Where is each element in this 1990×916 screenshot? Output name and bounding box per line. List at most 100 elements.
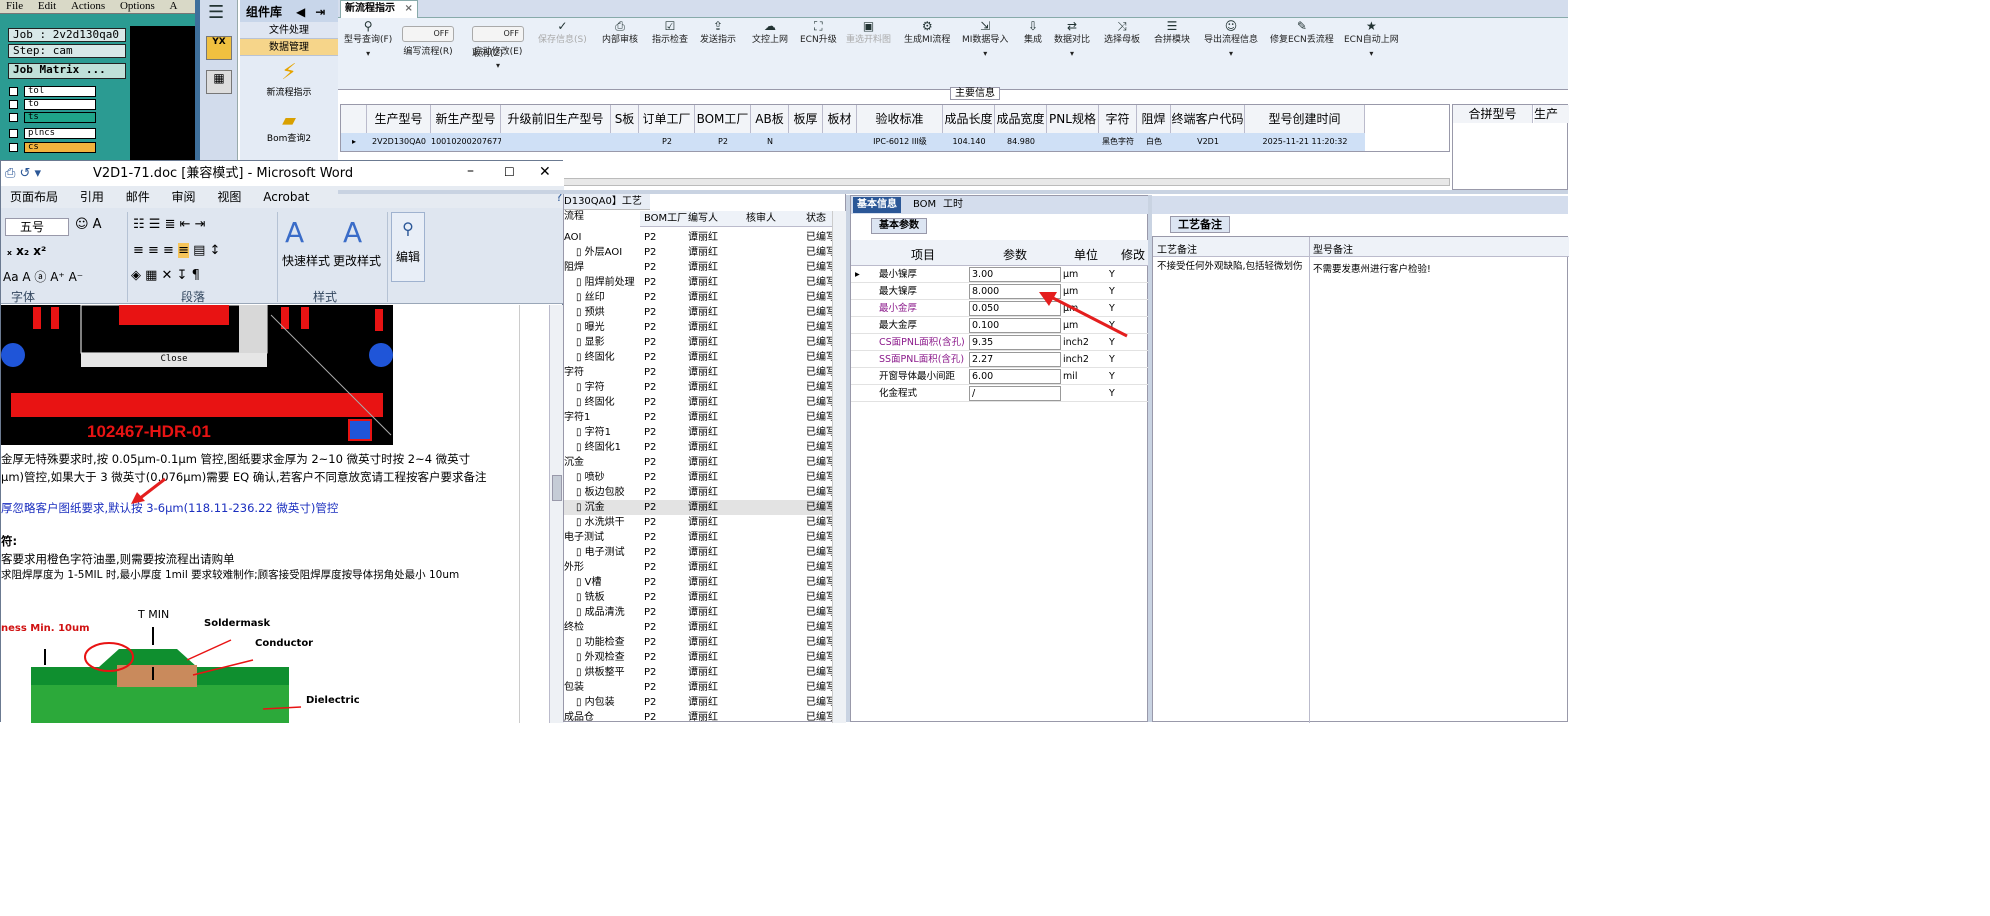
table-row[interactable]: SS面PNL面积(含孔) 2.27 inch2 Y <box>851 351 1149 368</box>
row-indicator-icon[interactable]: ▸ <box>341 133 367 151</box>
col-header[interactable]: 验收标准 <box>857 105 943 133</box>
table-row[interactable]: ▯ 板边包胶 P2 谭丽红 已编写 <box>564 485 847 500</box>
col-header[interactable]: BOM工厂 <box>644 211 687 227</box>
table-cell[interactable]: 10010200207677 <box>431 133 501 151</box>
cam-menu-actions[interactable]: Actions <box>65 0 111 12</box>
ribbon-button-17[interactable]: ☰ 合拼模块 <box>1154 20 1190 47</box>
word-document[interactable]: Close 102467-HDR-01 金厚无特殊要求时,按 0.05μm-0.… <box>1 305 519 723</box>
ribbon-button-1[interactable]: ⚲ 型号查询(F) ▾ <box>344 20 392 60</box>
dropdown-arrow-icon[interactable]: ▾ <box>1344 47 1399 60</box>
table-cell[interactable] <box>789 133 823 151</box>
word-quick-access-icon[interactable]: ⎙ ↺ ▾ <box>5 161 41 186</box>
table-row[interactable]: 终检 P2 谭丽红 已编写 <box>564 620 847 635</box>
col-header[interactable]: 工艺备注 <box>1157 241 1197 256</box>
dropdown-arrow-icon[interactable]: ▾ <box>1204 47 1258 60</box>
horizontal-splitter[interactable] <box>338 190 1568 194</box>
col-header[interactable]: 字符 <box>1099 105 1137 133</box>
col-header[interactable]: 成品长度 <box>943 105 995 133</box>
dropdown-arrow-icon[interactable]: ▾ <box>1054 47 1090 60</box>
layer-checkbox[interactable] <box>9 100 18 109</box>
nav-new-process[interactable]: ⚡ 新流程指示 <box>240 56 338 106</box>
col-header[interactable]: PNL规格 <box>1047 105 1099 133</box>
tab-basic-params[interactable]: 基本参数 <box>871 218 927 234</box>
process-tab-label[interactable]: D130QA0】工艺流程 <box>564 194 650 222</box>
layer-row[interactable]: to <box>0 99 120 110</box>
table-row[interactable]: 字符1 P2 谭丽红 已编写 <box>564 410 847 425</box>
col-header[interactable]: 合拼型号 <box>1453 105 1533 123</box>
table-row[interactable]: ▯ 外层AOI P2 谭丽红 已编写 <box>564 245 847 260</box>
col-header[interactable]: 生产型号 <box>367 105 431 133</box>
table-cell[interactable]: / <box>969 386 1061 401</box>
layer-checkbox[interactable] <box>9 87 18 96</box>
layer-row[interactable]: tol <box>0 86 120 97</box>
ribbon-button-3[interactable]: OFF 启动修改(E) ▾ <box>472 20 524 72</box>
ribbon-button-10[interactable]: ⛶ ECN升级 <box>800 20 837 47</box>
table-row[interactable]: 包装 P2 谭丽红 已编写 <box>564 680 847 695</box>
col-header[interactable]: 板材 <box>823 105 857 133</box>
table-row[interactable]: ▯ 成品清洗 P2 谭丽红 已编写 <box>564 605 847 620</box>
table-cell[interactable]: 6.00 <box>969 369 1061 384</box>
table-cell[interactable] <box>823 133 857 151</box>
table-row[interactable]: ▯ 阻焊前处理 P2 谭丽红 已编写 <box>564 275 847 290</box>
nav-file-processing[interactable]: 文件处理 <box>240 22 338 39</box>
collapse-left-icon[interactable]: ◀ <box>296 5 305 19</box>
layer-checkbox[interactable] <box>9 129 18 138</box>
ribbon-button-2[interactable]: OFF 编写流程(R) <box>402 20 454 59</box>
table-cell[interactable]: 84.980 <box>995 133 1047 151</box>
col-header[interactable]: 新生产型号 <box>431 105 501 133</box>
table-cell[interactable] <box>611 133 639 151</box>
col-header[interactable]: 项目 <box>911 246 935 263</box>
ribbon-button-19[interactable]: ✎ 修复ECN丢流程 <box>1270 20 1334 47</box>
ribbon-button-8[interactable]: ⇪ 发送指示 <box>700 20 736 47</box>
tab-process-remark[interactable]: 工艺备注 <box>1170 216 1230 233</box>
ribbon-button-6[interactable]: ⎙ 内部审核 <box>602 20 638 47</box>
tab-new-process[interactable]: 新流程指示 × <box>340 0 418 18</box>
edit-button[interactable]: ⚲ 编辑 <box>391 212 425 282</box>
col-header[interactable]: 修改 <box>1121 246 1145 263</box>
change-style-icon[interactable]: A <box>343 216 362 249</box>
table-row[interactable]: 成品仓 P2 谭丽红 已编写 <box>564 710 847 723</box>
col-header[interactable]: 订单工厂 <box>639 105 695 133</box>
table-row[interactable]: ▯ 终固化 P2 谭丽红 已编写 <box>564 395 847 410</box>
table-cell[interactable]: 2V2D130QA0 <box>367 133 431 151</box>
calculator-icon[interactable]: ▦ <box>206 70 232 94</box>
table-row[interactable]: 电子测试 P2 谭丽红 已编写 <box>564 530 847 545</box>
table-row[interactable]: ▯ 水洗烘干 P2 谭丽红 已编写 <box>564 515 847 530</box>
table-row[interactable]: ▯ 电子测试 P2 谭丽红 已编写 <box>564 545 847 560</box>
table-row[interactable]: 开窗导体最小间距 6.00 mil Y <box>851 368 1149 385</box>
model-remark-text[interactable]: 不需要发惠州进行客户检验! <box>1313 261 1563 275</box>
table-row[interactable]: AOI P2 谭丽红 已编写 <box>564 230 847 245</box>
tab-references[interactable]: 引用 <box>80 186 104 208</box>
layer-row[interactable]: cs <box>0 142 120 153</box>
table-row[interactable]: 化金程式 / Y <box>851 385 1149 402</box>
vertical-splitter[interactable] <box>1148 195 1152 722</box>
col-header[interactable]: S板 <box>611 105 639 133</box>
font-color-buttons[interactable]: Aa A ⓐ A⁺ A⁻ <box>3 268 83 285</box>
align-buttons[interactable]: ≡ ≡ ≡ ≡ ▤ ↕ <box>133 243 220 258</box>
col-header[interactable]: 编写人 <box>688 211 718 227</box>
col-header[interactable]: AB板 <box>751 105 789 133</box>
table-cell[interactable]: V2D1 <box>1171 133 1245 151</box>
col-header[interactable]: BOM工厂 <box>695 105 751 133</box>
tab-acrobat[interactable]: Acrobat <box>263 186 309 208</box>
col-header[interactable]: 状态 <box>806 211 826 227</box>
layer-row[interactable]: ts <box>0 112 120 123</box>
ribbon-button-15[interactable]: ⇄ 数据对比 ▾ <box>1054 20 1090 60</box>
vertical-splitter[interactable] <box>846 195 850 722</box>
cam-menu-options[interactable]: Options <box>114 0 161 12</box>
tab-mailings[interactable]: 邮件 <box>126 186 150 208</box>
dropdown-arrow-icon[interactable]: ▾ <box>344 47 392 60</box>
table-cell[interactable]: 黑色字符 <box>1099 133 1137 151</box>
table-cell[interactable]: P2 <box>695 133 751 151</box>
table-row[interactable]: ▸ 最小镍厚 3.00 μm Y <box>851 266 1149 283</box>
layer-row[interactable]: plncs <box>0 128 120 139</box>
list-buttons[interactable]: ☷ ☰ ≣ ⇤ ⇥ <box>133 217 206 232</box>
table-row[interactable]: ▯ 烘板整平 P2 谭丽红 已编写 <box>564 665 847 680</box>
table-row[interactable]: 阻焊 P2 谭丽红 已编写 <box>564 260 847 275</box>
quick-style-label[interactable]: 快速样式 <box>282 252 330 269</box>
maximize-icon[interactable]: ☐ <box>504 160 515 185</box>
font-format-icons[interactable]: ☺ A <box>75 217 102 232</box>
col-header[interactable]: 阻焊 <box>1137 105 1171 133</box>
ribbon-button-14[interactable]: ⇩ 集成 <box>1024 20 1042 47</box>
ribbon-button-11[interactable]: ▣ 重选开料图 <box>846 20 891 47</box>
